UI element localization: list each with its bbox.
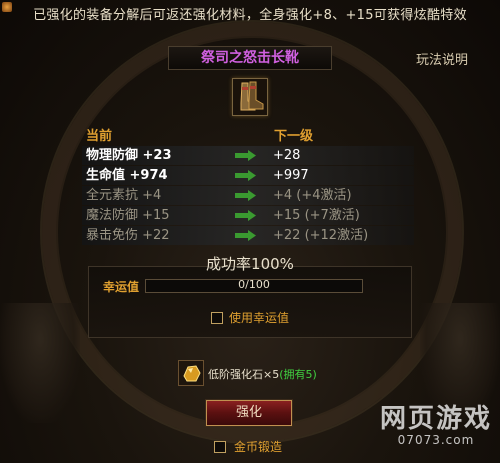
use-luck-label[interactable]: 使用幸运值 xyxy=(229,309,289,326)
material-text: 低阶强化石×5(拥有5) xyxy=(208,366,317,382)
success-panel xyxy=(88,266,412,338)
stat-row: 魔法防御 +15 +15 (+7激活) xyxy=(82,206,414,225)
stat-row: 暴击免伤 +22 +22 (+12激活) xyxy=(82,226,414,245)
luck-value: 0/100 xyxy=(238,278,270,291)
stat-next: +4 (+4激活) xyxy=(273,188,352,203)
watermark-sub: 07073.com xyxy=(397,433,475,447)
gold-forge-checkbox[interactable] xyxy=(214,441,226,453)
watermark: 网页游戏 07073.com xyxy=(380,398,492,447)
stat-next: +997 xyxy=(273,168,309,183)
watermark-main: 网页游戏 xyxy=(379,404,492,434)
stat-current: 全元素抗 +4 xyxy=(86,188,162,203)
notice-text: 已强化的装备分解后可返还强化材料，全身强化+8、+15可获得炫酷特效 xyxy=(33,8,467,23)
stat-current: 魔法防御 +15 xyxy=(86,208,170,223)
current-level-header: 当前 xyxy=(86,129,113,144)
material-name: 低阶强化石×5 xyxy=(208,368,280,381)
stat-row: 全元素抗 +4 +4 (+4激活) xyxy=(82,186,414,205)
arrow-right-icon xyxy=(235,190,256,201)
arrow-right-icon xyxy=(235,170,256,181)
stat-next: +28 xyxy=(273,148,301,163)
stat-row: 生命值 +974 +997 xyxy=(82,166,414,185)
stat-current: 暴击免伤 +22 xyxy=(86,228,170,243)
stat-row: 物理防御 +23 +28 xyxy=(82,146,414,165)
stat-current: 物理防御 +23 xyxy=(86,148,172,163)
stat-next: +22 (+12激活) xyxy=(273,228,369,243)
stat-current: 生命值 +974 xyxy=(86,168,168,183)
strengthen-stone-icon xyxy=(183,365,201,382)
statue-left-decoration xyxy=(0,303,80,423)
arrow-right-icon xyxy=(235,150,256,161)
next-level-header: 下一级 xyxy=(274,129,314,144)
material-slot[interactable] xyxy=(178,360,204,386)
success-rate: 成功率100% xyxy=(206,255,294,273)
boots-icon xyxy=(240,81,264,111)
item-slot[interactable] xyxy=(232,78,268,116)
gold-forge-label[interactable]: 金币锻造 xyxy=(234,438,282,455)
arrow-right-icon xyxy=(235,210,256,221)
arrow-right-icon xyxy=(235,230,256,241)
luck-label: 幸运值 xyxy=(103,280,140,294)
stat-next: +15 (+7激活) xyxy=(273,208,360,223)
strengthen-button[interactable]: 强化 xyxy=(206,400,292,426)
rules-link[interactable]: 玩法说明 xyxy=(416,49,468,68)
material-owned: (拥有5) xyxy=(279,368,317,381)
item-name-title: 祭司之怒击长靴 xyxy=(168,46,332,70)
stat-table: 物理防御 +23 +28 生命值 +974 +997 全元素抗 +4 +4 (+… xyxy=(82,146,414,246)
use-luck-checkbox[interactable] xyxy=(211,312,223,324)
